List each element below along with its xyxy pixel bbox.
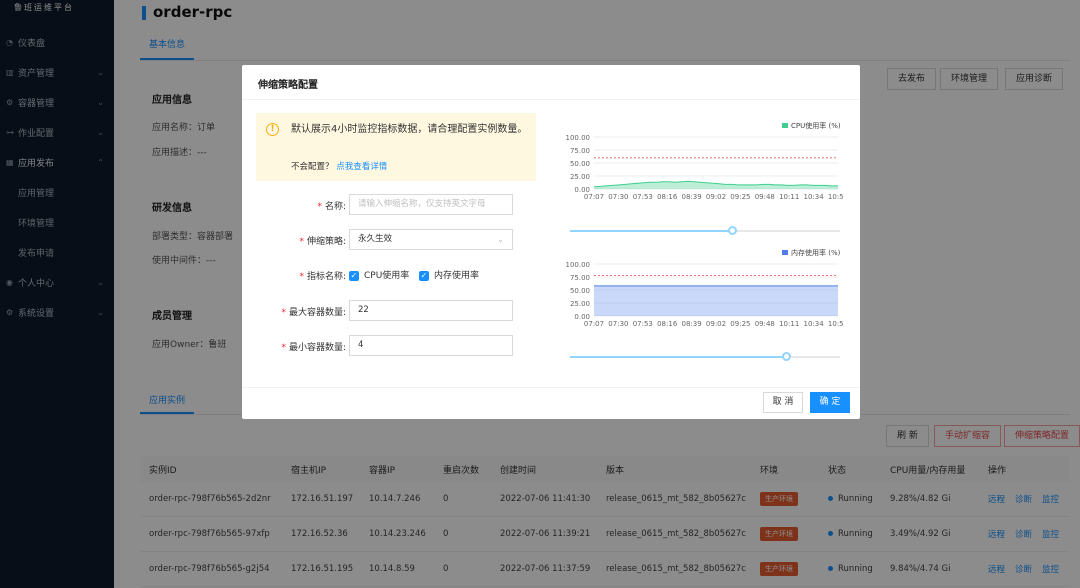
x-tick-label: 07:53 <box>633 193 653 201</box>
min-containers-input[interactable]: 4 <box>349 335 513 356</box>
checkbox-label: 内存使用率 <box>434 271 480 281</box>
y-tick-label: 25.00 <box>570 300 590 308</box>
alert-sub: 不会配置？ 点我查看详情 <box>291 160 387 172</box>
x-tick-label: 09:48 <box>755 193 775 201</box>
info-alert: ! 默认展示4小时监控指标数据，请合理配置实例数量。 不会配置？ 点我查看详情 <box>256 113 536 181</box>
cpu-slider-fill <box>570 230 732 232</box>
max-label: * 最大容器数量: <box>281 308 346 318</box>
metric-label: * 指标名称: <box>299 272 346 282</box>
x-tick-label: 07:07 <box>584 320 604 328</box>
x-tick-label: 10:57 <box>828 320 844 328</box>
chevron-down-icon: ⌄ <box>497 235 504 244</box>
legend-swatch <box>782 250 788 255</box>
x-tick-label: 07:53 <box>633 320 653 328</box>
x-tick-label: 08:39 <box>682 320 702 328</box>
alert-text: 默认展示4小时监控指标数据，请合理配置实例数量。 <box>291 124 528 135</box>
memory-usage-chart: 100.0075.0050.0025.000.0007:07 07:30 07:53… <box>566 248 845 328</box>
x-tick-label: 08:16 <box>657 320 678 328</box>
x-tick-label: 07:30 <box>608 193 628 201</box>
legend-swatch <box>782 123 788 128</box>
checkbox-checked-icon: ✓ <box>349 270 359 281</box>
y-tick-label: 100.00 <box>566 261 591 269</box>
max-containers-input[interactable]: 22 <box>349 300 513 321</box>
legend-label: CPU使用率 (%) <box>791 121 841 130</box>
cpu-slider-handle[interactable] <box>728 226 737 235</box>
name-input[interactable]: 请输入伸缩名称，仅支持英文字母 <box>349 194 513 215</box>
y-tick-label: 75.00 <box>570 147 590 155</box>
ok-button[interactable]: 确 定 <box>810 392 850 413</box>
x-tick-label: 08:16 <box>657 193 678 201</box>
x-tick-label: 10:11 <box>779 320 799 328</box>
y-tick-label: 75.00 <box>570 274 590 282</box>
memory-checkbox[interactable]: ✓ 内存使用率 <box>419 268 479 281</box>
min-label: * 最小容器数量: <box>281 343 346 353</box>
x-tick-label: 10:11 <box>779 193 799 201</box>
y-tick-label: 50.00 <box>570 287 590 295</box>
x-tick-label: 07:30 <box>608 320 628 328</box>
memory-slider-handle[interactable] <box>782 352 791 361</box>
policy-select-value: 永久生效 <box>358 234 393 244</box>
y-tick-label: 25.00 <box>570 173 590 181</box>
x-tick-label: 09:02 <box>706 320 726 328</box>
x-tick-label: 07:07 <box>584 193 604 201</box>
cpu-checkbox[interactable]: ✓ CPU使用率 <box>349 268 409 281</box>
details-link[interactable]: 点我查看详情 <box>336 162 387 172</box>
modal-title: 伸缩策略配置 <box>258 80 318 91</box>
x-tick-label: 10:34 <box>804 193 825 201</box>
divider <box>242 99 860 100</box>
legend-label: 内存使用率 (%) <box>791 248 841 257</box>
x-tick-label: 09:02 <box>706 193 726 201</box>
x-tick-label: 08:39 <box>682 193 702 201</box>
x-tick-label: 10:34 <box>804 320 825 328</box>
x-tick-label: 09:25 <box>730 320 750 328</box>
name-label: * 名称: <box>317 202 346 212</box>
warning-icon: ! <box>266 123 279 136</box>
alert-sub-text: 不会配置？ <box>291 162 334 172</box>
cancel-button[interactable]: 取 消 <box>763 392 803 413</box>
x-tick-label: 09:25 <box>730 193 750 201</box>
policy-select[interactable]: 永久生效 ⌄ <box>349 229 513 250</box>
checkbox-label: CPU使用率 <box>364 271 410 281</box>
checkbox-checked-icon: ✓ <box>419 270 429 281</box>
memory-slider-fill <box>570 356 786 358</box>
scale-policy-modal: 伸缩策略配置 ! 默认展示4小时监控指标数据，请合理配置实例数量。 不会配置？ … <box>242 65 860 419</box>
y-tick-label: 50.00 <box>570 160 590 168</box>
series-area <box>594 285 838 316</box>
x-tick-label: 10:57 <box>828 193 844 201</box>
policy-label: * 伸缩策略: <box>299 237 346 247</box>
x-tick-label: 09:48 <box>755 320 775 328</box>
divider <box>242 387 860 388</box>
cpu-usage-chart: 100.0075.0050.0025.000.0007:07 07:30 07:53… <box>566 121 845 201</box>
y-tick-label: 100.00 <box>566 134 591 142</box>
